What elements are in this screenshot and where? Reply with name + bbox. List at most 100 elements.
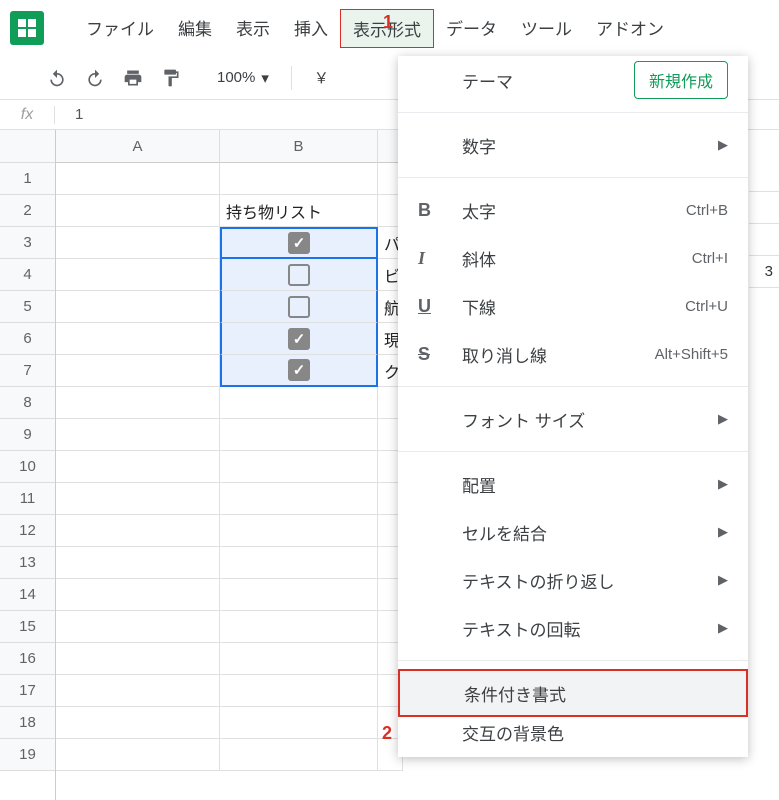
row-header[interactable]: 17 (0, 675, 55, 707)
zoom-select[interactable]: 100% ▾ (217, 69, 269, 87)
new-theme-button[interactable]: 新規作成 (634, 61, 728, 99)
row-header[interactable]: 1 (0, 163, 55, 195)
menu-merge[interactable]: セルを結合 ▶ (398, 508, 748, 556)
menu-bold[interactable]: B 太字 Ctrl+B (398, 186, 748, 234)
cell[interactable] (220, 163, 378, 195)
menu-rotate[interactable]: テキストの回転 ▶ (398, 604, 748, 652)
select-all-corner[interactable] (0, 130, 55, 163)
cell[interactable] (220, 387, 378, 419)
currency-button[interactable]: ￥ (314, 67, 329, 88)
strikethrough-icon: S (418, 344, 454, 365)
menu-file[interactable]: ファイル (74, 9, 166, 48)
cell[interactable] (56, 707, 220, 739)
cell[interactable] (220, 227, 378, 259)
row-header[interactable]: 12 (0, 515, 55, 547)
formula-value[interactable]: 1 (55, 106, 83, 123)
cell[interactable] (220, 323, 378, 355)
cell[interactable] (56, 195, 220, 227)
cell[interactable] (220, 259, 378, 291)
menu-data[interactable]: データ (434, 9, 509, 48)
row-header[interactable]: 4 (0, 259, 55, 291)
cell[interactable] (220, 483, 378, 515)
cell[interactable] (56, 643, 220, 675)
cell[interactable] (220, 675, 378, 707)
row-header[interactable]: 10 (0, 451, 55, 483)
cell[interactable] (56, 611, 220, 643)
checkbox-icon[interactable] (288, 296, 310, 318)
row-header[interactable]: 6 (0, 323, 55, 355)
sheets-logo-icon[interactable] (10, 11, 44, 45)
row-header[interactable]: 3 (0, 227, 55, 259)
cell[interactable] (220, 739, 378, 771)
cell[interactable] (749, 160, 779, 192)
row-header[interactable]: 5 (0, 291, 55, 323)
cell[interactable] (220, 419, 378, 451)
cell[interactable] (56, 355, 220, 387)
cell[interactable] (749, 192, 779, 224)
menu-conditional-format[interactable]: 条件付き書式 (398, 669, 748, 717)
cell[interactable] (56, 547, 220, 579)
cell[interactable] (56, 483, 220, 515)
col-header[interactable]: A (56, 130, 220, 163)
menu-insert[interactable]: 挿入 (282, 9, 340, 48)
row-header[interactable]: 8 (0, 387, 55, 419)
cell[interactable] (749, 224, 779, 256)
cell[interactable] (56, 323, 220, 355)
row-header[interactable]: 18 (0, 707, 55, 739)
cell[interactable] (220, 515, 378, 547)
checkbox-icon[interactable] (288, 264, 310, 286)
cell[interactable] (56, 579, 220, 611)
cell[interactable] (56, 419, 220, 451)
checkbox-icon[interactable] (288, 328, 310, 350)
cell[interactable] (220, 611, 378, 643)
cell[interactable] (220, 355, 378, 387)
checkbox-icon[interactable] (288, 359, 310, 381)
cell[interactable] (220, 707, 378, 739)
row-header[interactable]: 11 (0, 483, 55, 515)
row-header[interactable]: 14 (0, 579, 55, 611)
cell[interactable] (220, 451, 378, 483)
row-header[interactable]: 19 (0, 739, 55, 771)
checkbox-icon[interactable] (288, 232, 310, 254)
zoom-value: 100% (217, 69, 255, 86)
menu-strikethrough[interactable]: S 取り消し線 Alt+Shift+5 (398, 330, 748, 378)
row-header[interactable]: 16 (0, 643, 55, 675)
redo-icon[interactable] (83, 66, 107, 90)
menu-edit[interactable]: 編集 (166, 9, 224, 48)
menu-align[interactable]: 配置 ▶ (398, 460, 748, 508)
cell[interactable]: 3 (749, 256, 779, 288)
cell[interactable] (56, 451, 220, 483)
undo-icon[interactable] (45, 66, 69, 90)
cell[interactable] (56, 739, 220, 771)
cell[interactable] (220, 643, 378, 675)
menu-number[interactable]: 数字 ▶ (398, 121, 748, 169)
row-header[interactable]: 2 (0, 195, 55, 227)
cell[interactable] (220, 579, 378, 611)
menu-wrap[interactable]: テキストの折り返し ▶ (398, 556, 748, 604)
row-header[interactable]: 15 (0, 611, 55, 643)
cell[interactable] (56, 291, 220, 323)
menu-italic[interactable]: I 斜体 Ctrl+I (398, 234, 748, 282)
menu-addons[interactable]: アドオン (584, 9, 676, 48)
cell[interactable] (56, 259, 220, 291)
col-header[interactable]: B (220, 130, 378, 163)
cell[interactable] (56, 227, 220, 259)
menu-view[interactable]: 表示 (224, 9, 282, 48)
paint-format-icon[interactable] (159, 66, 183, 90)
menu-fontsize[interactable]: フォント サイズ ▶ (398, 395, 748, 443)
cell[interactable] (56, 515, 220, 547)
menu-underline[interactable]: U 下線 Ctrl+U (398, 282, 748, 330)
cell[interactable] (220, 547, 378, 579)
cell[interactable] (56, 675, 220, 707)
cell[interactable]: 持ち物リスト (220, 195, 378, 227)
menu-theme[interactable]: テーマ 新規作成 (398, 56, 748, 104)
print-icon[interactable] (121, 66, 145, 90)
cell[interactable] (56, 387, 220, 419)
cell[interactable] (220, 291, 378, 323)
menu-tools[interactable]: ツール (509, 9, 584, 48)
row-header[interactable]: 7 (0, 355, 55, 387)
row-header[interactable]: 9 (0, 419, 55, 451)
menu-alternating-colors[interactable]: 交互の背景色 (398, 717, 748, 747)
cell[interactable] (56, 163, 220, 195)
row-header[interactable]: 13 (0, 547, 55, 579)
